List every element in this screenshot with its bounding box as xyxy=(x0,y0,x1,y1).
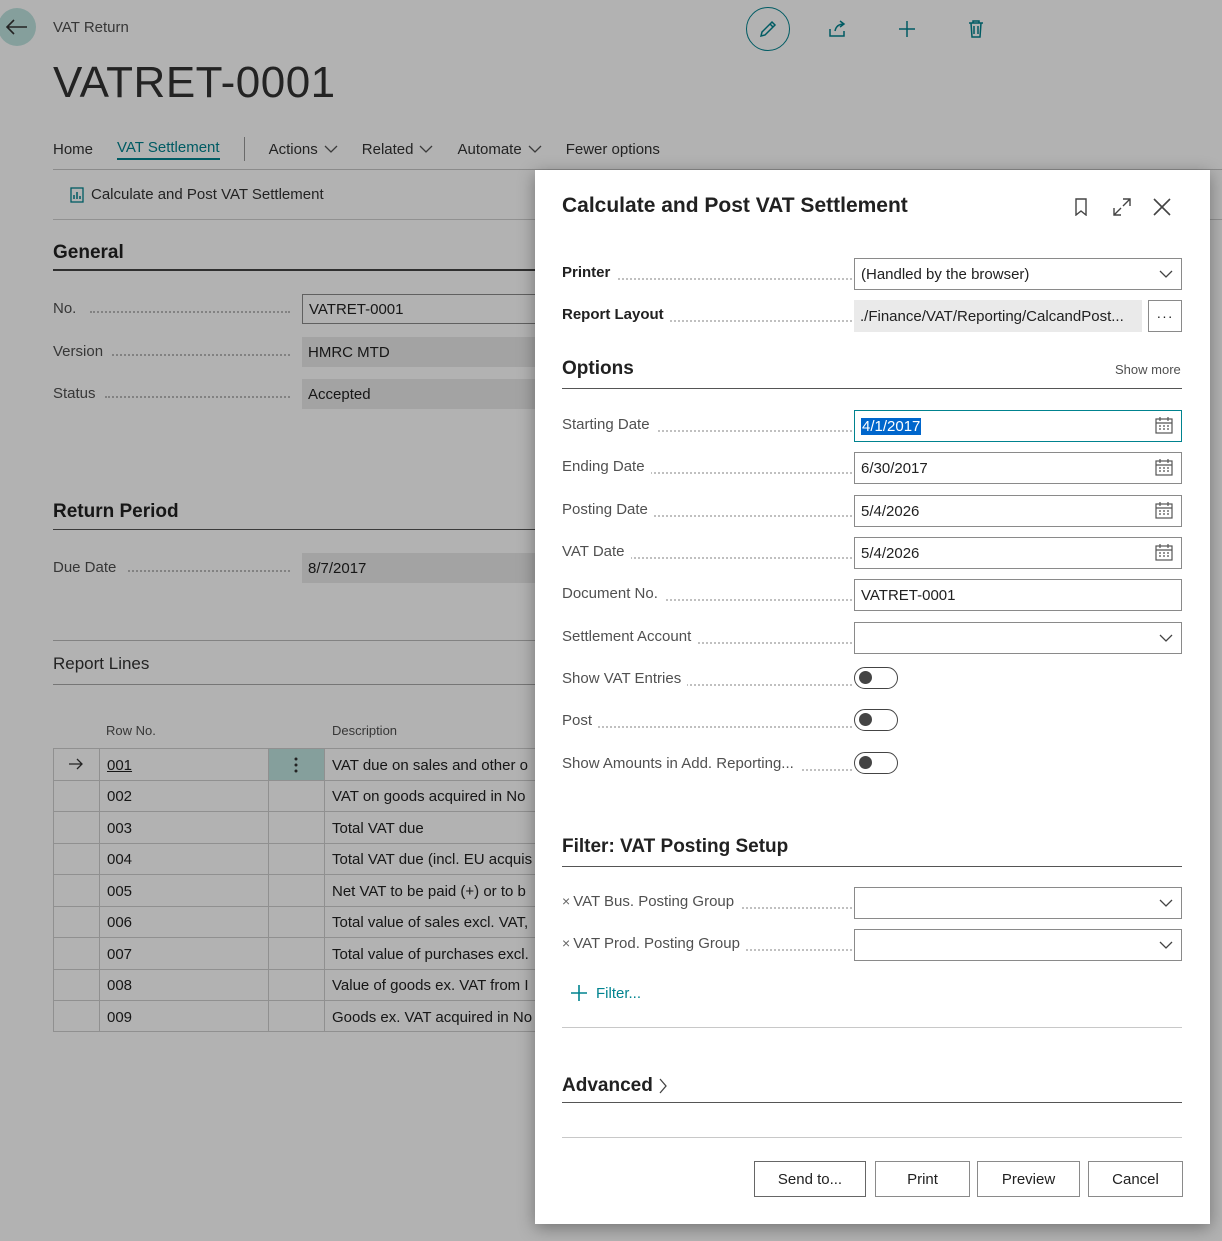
document-no-row: Document No. VATRET-0001 xyxy=(562,579,1182,611)
vat-date-label: VAT Date xyxy=(562,543,631,560)
vat-date-input[interactable]: 5/4/2026 xyxy=(854,537,1182,569)
starting-date-input[interactable]: 4/1/2017 xyxy=(854,410,1182,442)
ending-date-row: Ending Date 6/30/2017 xyxy=(562,452,1182,484)
printer-select[interactable]: (Handled by the browser) xyxy=(854,258,1182,290)
preview-button[interactable]: Preview xyxy=(977,1161,1080,1197)
remove-filter-icon[interactable]: × xyxy=(562,893,570,909)
expand-button[interactable] xyxy=(1109,194,1135,220)
starting-date-value: 4/1/2017 xyxy=(861,417,922,435)
print-button[interactable]: Print xyxy=(875,1161,970,1197)
posting-date-label: Posting Date xyxy=(562,501,654,518)
posting-date-value: 5/4/2026 xyxy=(861,502,920,520)
chevron-down-icon xyxy=(1159,941,1173,949)
dot-leader xyxy=(562,726,852,728)
report-layout-field: ./Finance/VAT/Reporting/CalcandPost... xyxy=(854,300,1142,332)
post-toggle[interactable] xyxy=(854,709,898,731)
chevron-down-icon xyxy=(1159,634,1173,642)
starting-date-row: Starting Date 4/1/2017 xyxy=(562,410,1182,442)
send-to-button[interactable]: Send to... xyxy=(754,1161,866,1197)
ending-date-input[interactable]: 6/30/2017 xyxy=(854,452,1182,484)
add-filter-button[interactable]: Filter... xyxy=(570,984,641,1002)
remove-filter-icon[interactable]: × xyxy=(562,935,570,951)
cancel-button[interactable]: Cancel xyxy=(1088,1161,1183,1197)
vat-date-value: 5/4/2026 xyxy=(861,544,920,562)
posting-date-row: Posting Date 5/4/2026 xyxy=(562,495,1182,527)
starting-date-label: Starting Date xyxy=(562,416,656,433)
document-no-label: Document No. xyxy=(562,585,664,602)
filter-heading[interactable]: Filter: VAT Posting Setup xyxy=(562,836,788,858)
post-row: Post xyxy=(562,706,1182,738)
settlement-account-select[interactable] xyxy=(854,622,1182,654)
close-icon xyxy=(1153,198,1171,216)
vat-prod-label: × VAT Prod. Posting Group xyxy=(562,935,746,952)
settlement-account-label: Settlement Account xyxy=(562,628,698,645)
chevron-down-icon xyxy=(1159,270,1173,278)
posting-date-input[interactable]: 5/4/2026 xyxy=(854,495,1182,527)
vat-prod-label-text: VAT Prod. Posting Group xyxy=(573,935,740,952)
advanced-label: Advanced xyxy=(562,1075,653,1096)
options-underline xyxy=(562,388,1182,389)
calendar-icon[interactable] xyxy=(1155,417,1173,434)
chevron-right-icon xyxy=(659,1078,667,1094)
close-button[interactable] xyxy=(1149,194,1175,220)
expand-icon xyxy=(1113,198,1131,216)
advanced-toggle[interactable]: Advanced xyxy=(562,1075,667,1097)
calendar-icon[interactable] xyxy=(1155,459,1173,476)
vat-bus-select[interactable] xyxy=(854,887,1182,919)
options-heading[interactable]: Options xyxy=(562,358,634,380)
vat-date-row: VAT Date 5/4/2026 xyxy=(562,537,1182,569)
bookmark-button[interactable] xyxy=(1068,194,1094,220)
ending-date-value: 6/30/2017 xyxy=(861,459,928,477)
vat-prod-row: × VAT Prod. Posting Group xyxy=(562,929,1182,961)
show-more-link[interactable]: Show more xyxy=(1115,362,1181,377)
advanced-underline xyxy=(562,1102,1182,1103)
show-amounts-label: Show Amounts in Add. Reporting... xyxy=(562,755,800,772)
show-vat-entries-toggle[interactable] xyxy=(854,667,898,689)
divider xyxy=(562,1137,1182,1138)
ending-date-label: Ending Date xyxy=(562,458,651,475)
post-label: Post xyxy=(562,712,599,729)
vat-bus-label: × VAT Bus. Posting Group xyxy=(562,893,741,910)
vat-bus-label-text: VAT Bus. Posting Group xyxy=(573,893,735,910)
vat-bus-row: × VAT Bus. Posting Group xyxy=(562,887,1182,919)
show-amounts-row: Show Amounts in Add. Reporting... xyxy=(562,749,1182,781)
calendar-icon[interactable] xyxy=(1155,544,1173,561)
settlement-account-row: Settlement Account xyxy=(562,622,1182,654)
bookmark-icon xyxy=(1075,198,1087,216)
printer-row: Printer (Handled by the browser) xyxy=(562,258,1182,290)
show-amounts-toggle[interactable] xyxy=(854,752,898,774)
dialog-title: Calculate and Post VAT Settlement xyxy=(562,194,908,217)
printer-value: (Handled by the browser) xyxy=(861,265,1030,283)
add-icon xyxy=(571,985,587,1001)
show-vat-entries-row: Show VAT Entries xyxy=(562,664,1182,696)
printer-label: Printer xyxy=(562,264,617,281)
add-filter-label: Filter... xyxy=(596,984,642,1002)
report-layout-label: Report Layout xyxy=(562,306,670,323)
report-layout-row: Report Layout ./Finance/VAT/Reporting/Ca… xyxy=(562,300,1182,332)
report-request-dialog: Calculate and Post VAT Settlement Printe… xyxy=(535,170,1210,1224)
divider xyxy=(562,1027,1182,1028)
filter-underline xyxy=(562,866,1182,867)
report-layout-lookup-button[interactable]: ··· xyxy=(1148,300,1182,332)
show-vat-entries-label: Show VAT Entries xyxy=(562,670,688,687)
chevron-down-icon xyxy=(1159,899,1173,907)
calendar-icon[interactable] xyxy=(1155,502,1173,519)
vat-prod-select[interactable] xyxy=(854,929,1182,961)
document-no-input[interactable]: VATRET-0001 xyxy=(854,579,1182,611)
